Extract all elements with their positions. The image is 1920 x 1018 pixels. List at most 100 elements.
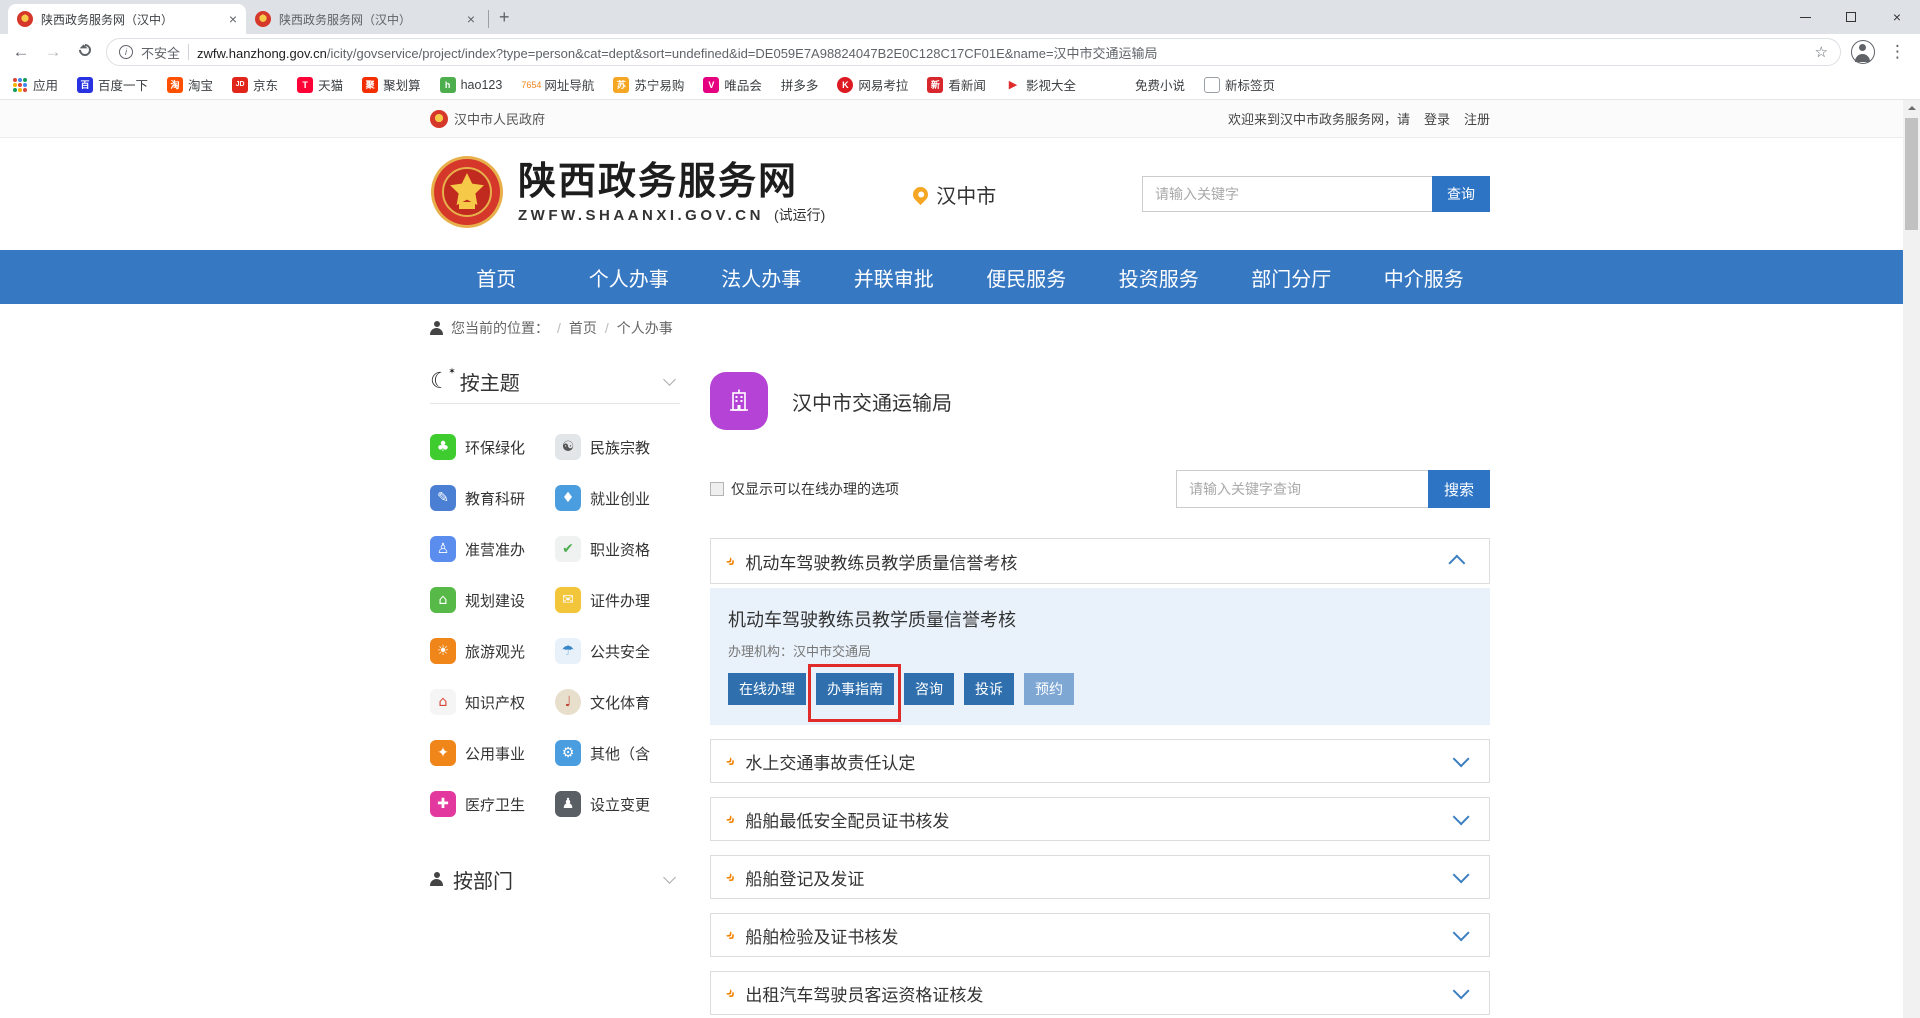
city-selector[interactable]: 汉中市 [913, 180, 996, 209]
window-close-button[interactable]: × [1874, 0, 1920, 34]
sidebar-item-ip[interactable]: ⌂知识产权 [430, 689, 555, 715]
nav-item-investment[interactable]: 投资服务 [1093, 263, 1226, 292]
back-icon[interactable]: ← [10, 42, 32, 62]
culture-car-icon: ♩ [555, 689, 581, 715]
sidebar-item-permit[interactable]: ♙准营准办 [430, 536, 555, 562]
orange-bullet-icon: » [723, 985, 740, 1002]
sidebar-item-certificates[interactable]: ✉证件办理 [555, 587, 680, 613]
scrollbar-thumb[interactable] [1905, 118, 1918, 230]
vip-icon: V [703, 77, 719, 93]
accordion-item[interactable]: » 船舶最低安全配员证书核发 [710, 797, 1490, 841]
ip-house-icon: ⌂ [430, 689, 456, 715]
bookmark-item[interactable]: h hao123 [440, 77, 503, 93]
sidebar-item-culture-sports[interactable]: ♩文化体育 [555, 689, 680, 715]
tmall-icon: T [297, 77, 313, 93]
bookmark-star-icon[interactable]: ☆ [1815, 43, 1828, 61]
bookmark-item[interactable]: 新 看新闻 [927, 75, 986, 94]
sidebar-item-education[interactable]: ✎教育科研 [430, 485, 555, 511]
maximize-button[interactable] [1828, 0, 1874, 34]
bookmark-item[interactable]: ▶ 影视大全 [1005, 75, 1076, 94]
bookmark-item[interactable]: 7654 网址导航 [521, 75, 594, 94]
header-search-button[interactable]: 查询 [1432, 176, 1490, 212]
accordion-header-expanded[interactable]: » 机动车驾驶教练员教学质量信誉考核 [710, 538, 1490, 584]
sidebar-item-planning[interactable]: ⌂规划建设 [430, 587, 555, 613]
bookmark-item[interactable]: K 网易考拉 [837, 75, 908, 94]
forward-icon[interactable]: → [42, 42, 64, 62]
complaint-button[interactable]: 投诉 [964, 673, 1014, 705]
sidebar-item-religion[interactable]: ☯民族宗教 [555, 434, 680, 460]
page-scrollbar[interactable] [1903, 100, 1920, 1018]
new-tab-button[interactable]: + [493, 7, 520, 34]
sidebar-theme-header[interactable]: ☾✶ 按主题 [430, 360, 680, 404]
nav-item-convenience[interactable]: 便民服务 [960, 263, 1093, 292]
browser-tab-active[interactable]: 陕西政务服务网（汉中） × [8, 4, 246, 34]
baidu-icon: 百 [77, 77, 93, 93]
bookmark-item[interactable]: V 唯品会 [703, 75, 762, 94]
appointment-button[interactable]: 预约 [1024, 673, 1074, 705]
register-link[interactable]: 注册 [1464, 109, 1490, 128]
window-controls: × [1782, 0, 1920, 34]
scroll-up-arrow[interactable] [1903, 100, 1920, 116]
login-link[interactable]: 登录 [1424, 109, 1450, 128]
sidebar-item-other[interactable]: ⚙其他（含 [555, 740, 680, 766]
bookmark-item[interactable]: T 天猫 [297, 75, 343, 94]
agency-label: 办理机构： [728, 644, 793, 659]
accordion-item[interactable]: » 船舶登记及发证 [710, 855, 1490, 899]
accordion-item[interactable]: » 出租汽车驾驶员客运资格证核发 [710, 971, 1490, 1015]
bookmark-item[interactable]: 免费小说 [1135, 75, 1185, 94]
site-header: 陕西政务服务网 ZWFW.SHAANXI.GOV.CN (试运行) 汉中市 查询 [0, 138, 1920, 250]
accordion-item[interactable]: » 船舶检验及证书核发 [710, 913, 1490, 957]
nav-item-joint-approval[interactable]: 并联审批 [828, 263, 961, 292]
breadcrumb-home[interactable]: 首页 [569, 318, 597, 338]
bookmark-item[interactable]: JD 京东 [232, 75, 278, 94]
sidebar-item-employment[interactable]: ♦就业创业 [555, 485, 680, 511]
main-search-button[interactable]: 搜索 [1428, 470, 1490, 508]
bookmark-apps[interactable]: 应用 [12, 75, 58, 94]
omnibox-divider [188, 44, 189, 60]
online-handle-button[interactable]: 在线办理 [728, 673, 806, 705]
main-search-input[interactable] [1176, 470, 1428, 508]
tab-close-icon[interactable]: × [467, 11, 475, 27]
nav-item-personal[interactable]: 个人办事 [563, 263, 696, 292]
nav-item-departments[interactable]: 部门分厅 [1225, 263, 1358, 292]
bookmark-item[interactable]: 淘 淘宝 [167, 75, 213, 94]
site-logo-text: 陕西政务服务网 ZWFW.SHAANXI.GOV.CN (试运行) [518, 163, 825, 226]
sidebar-item-medical[interactable]: ✚医疗卫生 [430, 791, 555, 817]
sidebar-item-environment[interactable]: ♣环保绿化 [430, 434, 555, 460]
sidebar-item-public-utilities[interactable]: ✦公用事业 [430, 740, 555, 766]
tools-icon: ⚙ [555, 740, 581, 766]
info-icon[interactable]: i [119, 45, 133, 59]
nav-item-legal[interactable]: 法人办事 [695, 263, 828, 292]
service-guide-button[interactable]: 办事指南 [816, 673, 894, 705]
browser-menu-icon[interactable]: ⋮ [1885, 42, 1910, 62]
tab-close-icon[interactable]: × [229, 11, 237, 27]
bookmark-item[interactable]: 百 百度一下 [77, 75, 148, 94]
emblem-favicon [255, 11, 271, 27]
sidebar-item-public-safety[interactable]: ☂公共安全 [555, 638, 680, 664]
minimize-button[interactable] [1782, 0, 1828, 34]
browser-tab-inactive[interactable]: 陕西政务服务网（汉中） × [246, 4, 484, 34]
bookmark-item[interactable]: 聚 聚划算 [362, 75, 421, 94]
sidebar-item-tourism[interactable]: ☀旅游观光 [430, 638, 555, 664]
nav-item-home[interactable]: 首页 [430, 263, 563, 292]
chevron-down-icon [1453, 866, 1470, 883]
consult-button[interactable]: 咨询 [904, 673, 954, 705]
online-only-checkbox[interactable] [710, 482, 724, 496]
url-bar[interactable]: i 不安全 zwfw.hanzhong.gov.cn/icity/govserv… [106, 38, 1841, 66]
gov-portal-link[interactable]: 汉中市人民政府 [454, 109, 545, 128]
bookmark-item[interactable]: 拼多多 [781, 75, 819, 94]
category-grid: ♣环保绿化 ☯民族宗教 ✎教育科研 ♦就业创业 ♙准营准办 ✔职业资格 ⌂规划建… [430, 434, 680, 817]
header-search-input[interactable] [1142, 176, 1432, 212]
house-plan-icon: ⌂ [430, 587, 456, 613]
safety-people-icon: ☂ [555, 638, 581, 664]
sidebar-dept-header[interactable]: 按部门 [430, 857, 680, 901]
accordion-item[interactable]: » 水上交通事故责任认定 [710, 739, 1490, 783]
bookmark-item[interactable]: 新标签页 [1204, 75, 1275, 94]
sidebar-item-establishment[interactable]: ♟设立变更 [555, 791, 680, 817]
bookmark-item[interactable]: 苏 苏宁易购 [613, 75, 684, 94]
sidebar-item-qualification[interactable]: ✔职业资格 [555, 536, 680, 562]
reload-button[interactable] [74, 43, 96, 61]
nav-item-intermediary[interactable]: 中介服务 [1358, 263, 1491, 292]
profile-avatar-icon[interactable] [1851, 40, 1875, 64]
breadcrumb-current: 个人办事 [617, 318, 673, 338]
